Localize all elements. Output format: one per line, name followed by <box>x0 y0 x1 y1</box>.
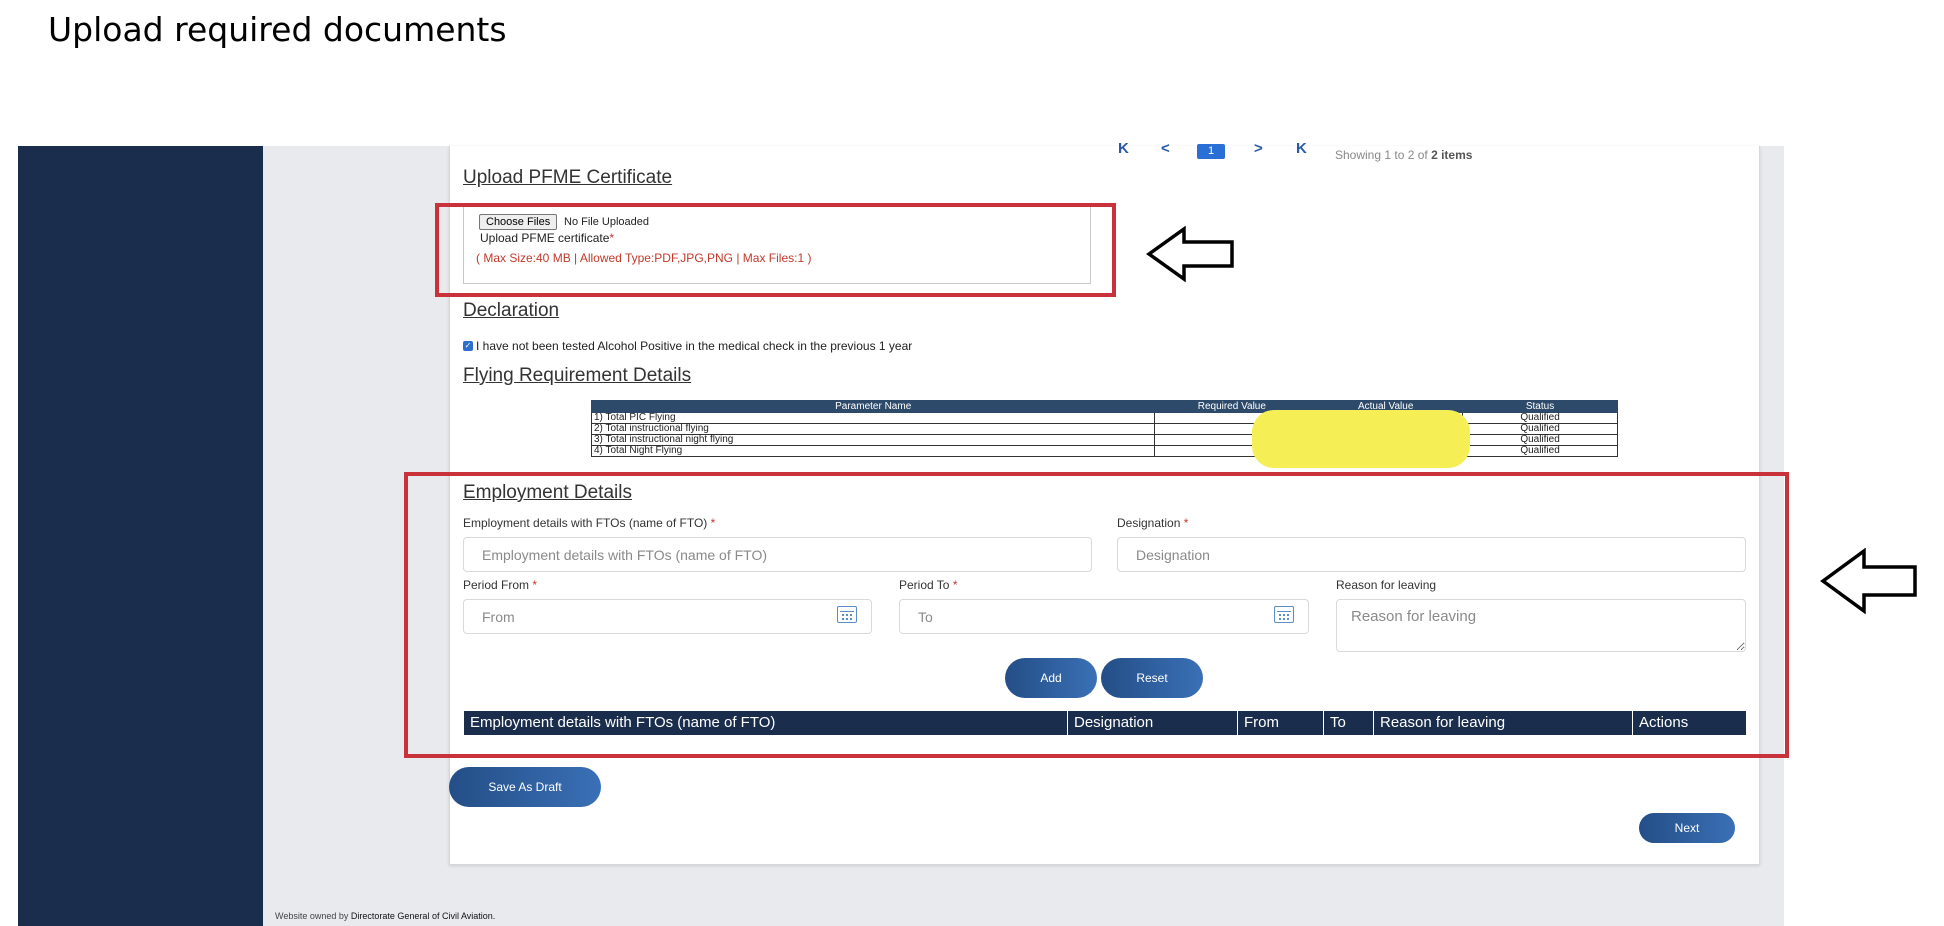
pfme-section-title: Upload PFME Certificate <box>463 167 673 188</box>
status-value: Qualified <box>1462 434 1618 446</box>
declaration-text: I have not been tested Alcohol Positive … <box>476 339 913 353</box>
parameter-name: 2) Total instructional flying <box>590 423 1156 435</box>
column-header: Status <box>1462 400 1618 413</box>
parameter-name: 1) Total PIC Flying <box>590 412 1156 424</box>
footer-owner-link[interactable]: Directorate General of Civil Aviation. <box>351 911 495 921</box>
declaration-section-title: Declaration <box>463 300 560 321</box>
flying-section-title: Flying Requirement Details <box>463 365 692 386</box>
annotation-box-employment <box>404 472 1789 758</box>
first-page-button[interactable]: K <box>1118 140 1129 157</box>
redaction-highlight <box>1252 410 1470 468</box>
annotation-arrow-left-icon <box>1146 226 1234 282</box>
parameter-name: 3) Total instructional night flying <box>590 434 1156 446</box>
pagination-info: Showing 1 to 2 of 2 items <box>1335 148 1472 162</box>
column-header: Parameter Name <box>590 400 1156 413</box>
previous-page-button[interactable]: < <box>1161 140 1170 157</box>
annotation-box-upload <box>435 203 1116 297</box>
sidebar <box>18 146 263 926</box>
next-page-button[interactable]: > <box>1254 140 1263 157</box>
pagination-info-total: 2 items <box>1431 148 1473 162</box>
table-header-row: Parameter Name Required Value Actual Val… <box>590 400 1618 413</box>
document-title: Upload required documents <box>48 10 507 49</box>
footer: Website owned by Directorate General of … <box>275 911 495 921</box>
status-value: Qualified <box>1462 445 1618 457</box>
status-value: Qualified <box>1462 412 1618 424</box>
last-page-button[interactable]: K <box>1296 140 1307 157</box>
annotation-arrow-left-icon <box>1820 548 1917 614</box>
footer-prefix: Website owned by <box>275 911 349 921</box>
pagination-info-prefix: Showing 1 to 2 of <box>1335 148 1428 162</box>
parameter-name: 4) Total Night Flying <box>590 445 1156 457</box>
save-as-draft-button[interactable]: Save As Draft <box>449 767 601 807</box>
current-page-button[interactable]: 1 <box>1197 144 1225 159</box>
status-value: Qualified <box>1462 423 1618 435</box>
declaration-checkbox[interactable]: ✓ <box>463 341 473 351</box>
next-button[interactable]: Next <box>1639 813 1735 843</box>
